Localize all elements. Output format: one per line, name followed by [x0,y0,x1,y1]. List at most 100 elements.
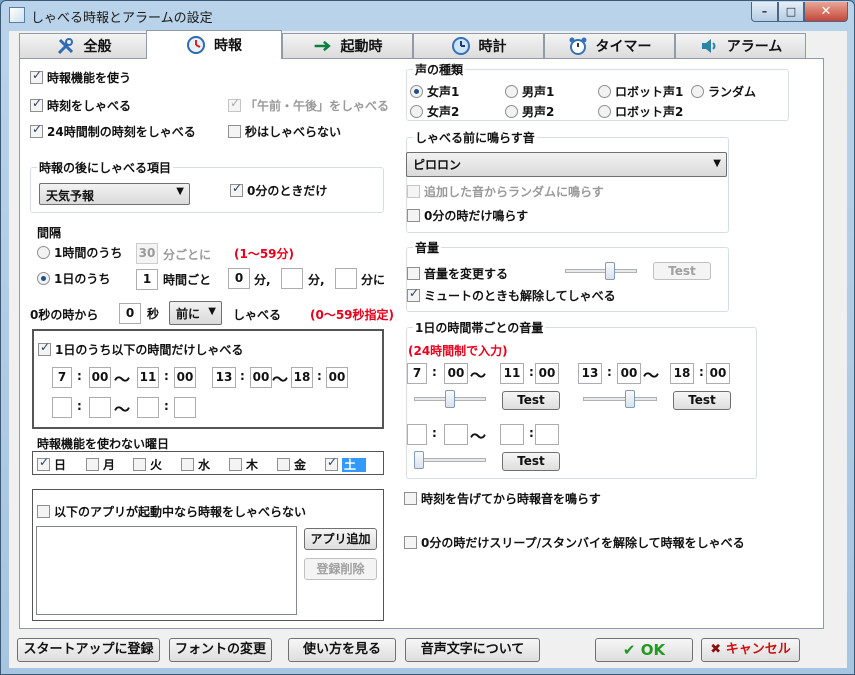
tab-startup[interactable]: 起動時 [282,33,413,58]
tab-timer[interactable]: タイマー [544,33,675,58]
about-voice-button[interactable]: 音声文字について [405,638,540,662]
volume-change-checkbox[interactable]: 音量を変更する [407,265,508,282]
timeband-r2-h1[interactable]: 13 [212,367,236,388]
band1-test-button[interactable]: Test [502,391,560,410]
volume-mute-checkbox[interactable]: ミュートのときも解除してしゃべる [407,286,616,304]
offset-seconds[interactable]: 0 [119,303,141,324]
volume-slider-thumb[interactable] [605,262,616,280]
interval-day-min3[interactable] [335,268,357,289]
close-button[interactable]: ✕ [804,2,848,22]
ok-button[interactable]: ✔ OK [595,638,693,662]
band2-h2[interactable]: 18 [670,363,694,384]
colon-sep: : [432,365,437,379]
minimize-button[interactable]: – [751,2,778,22]
timeband-r1-m2[interactable]: 00 [174,367,196,388]
timeband-r2-h2[interactable]: 18 [291,367,313,388]
weekday-wed[interactable]: 水 [181,456,210,473]
voice-random-radio[interactable]: ランダム [691,83,756,100]
remove-app-button[interactable]: 登録削除 [304,558,377,580]
band1-m1[interactable]: 00 [444,363,468,384]
weekday-tue[interactable]: 火 [133,456,162,473]
voice-male1-radio[interactable]: 男声1 [505,83,554,100]
band3-slider-track[interactable] [414,458,486,462]
band1-h1[interactable]: 7 [407,363,427,384]
interval-day-min2[interactable] [281,268,303,289]
after-item-combo[interactable]: 天気予報 ▼ [39,183,190,205]
howto-button[interactable]: 使い方を見る [288,638,396,662]
tools-icon [56,36,76,56]
apps-listbox[interactable] [36,526,297,615]
voice-male2-radio[interactable]: 男声2 [505,103,554,120]
apps-checkbox[interactable]: 以下のアプリが起動中なら時報をしゃべらない [37,503,306,520]
offset-when-combo[interactable]: 前に ▼ [169,301,222,325]
add-app-button[interactable]: アプリ追加 [304,528,377,550]
timeband-r3-m1[interactable] [89,397,111,418]
maximize-button[interactable]: □ [778,2,804,22]
pre-sound-random-checkbox[interactable]: 追加した音からランダムに鳴らす [407,183,604,200]
voice-female2-radio[interactable]: 女声2 [410,103,459,120]
interval-hour-minutes[interactable]: 30 [136,243,158,264]
weekday-mon[interactable]: 月 [86,456,115,473]
tab-jihou[interactable]: 時報 [146,30,282,59]
weekday-sun[interactable]: 日 [37,455,66,473]
band1-m2[interactable]: 00 [535,363,559,384]
tab-clock[interactable]: 時計 [413,33,544,58]
cancel-button[interactable]: ✖ キャンセル [701,638,800,662]
interval-day-radio[interactable]: 1日のうち [37,270,110,287]
band2-m2[interactable]: 00 [706,363,730,384]
weekday-thu[interactable]: 木 [229,456,258,473]
wake-checkbox[interactable]: 0分の時だけスリープ/スタンバイを解除して時報をしゃべる [404,534,745,551]
no-seconds-checkbox[interactable]: 秒はしゃべらない [228,123,341,140]
band3-h1[interactable] [407,424,427,445]
after-item-zero-checkbox[interactable]: 0分のときだけ [230,181,327,199]
window-title: しゃべる時報とアラームの設定 [31,11,213,26]
pre-sound-zero-checkbox[interactable]: 0分の時だけ鳴らす [407,207,528,224]
interval-day-hours[interactable]: 1 [136,269,158,290]
timeband-r2-m1[interactable]: 00 [250,367,272,388]
volume-test-button[interactable]: Test [653,262,711,280]
timeband-r2-m2[interactable]: 00 [326,367,348,388]
font-button[interactable]: フォントの変更 [169,638,272,662]
timeband-r1-h2[interactable]: 11 [137,367,159,388]
timeband-r1-h1[interactable]: 7 [52,367,72,388]
ampm-checkbox[interactable]: 「午前・午後」をしゃべる [228,96,389,114]
voice-robot2-radio[interactable]: ロボット声2 [598,103,683,120]
timeband-r1-m1[interactable]: 00 [89,367,111,388]
band2-slider-thumb[interactable] [624,390,635,408]
pre-sound-combo[interactable]: ピロロン ▼ [406,152,727,177]
interval-day-min1[interactable]: 0 [228,268,250,289]
tab-general-label: 全般 [83,39,112,55]
timeband-r3-h1[interactable] [52,397,72,418]
timeband-checkbox[interactable]: 1日のうち以下の時間だけしゃべる [38,340,243,358]
band3-slider-thumb[interactable] [414,451,424,469]
volume-slider-track[interactable] [565,269,637,273]
band2-test-button[interactable]: Test [673,391,731,410]
voice-female1-radio[interactable]: 女声1 [410,83,459,100]
weekday-sat[interactable]: 土 [325,455,367,473]
voice-robot1-radio[interactable]: ロボット声1 [598,83,683,100]
tab-general[interactable]: 全般 [19,33,148,58]
h24-checkbox[interactable]: 24時間制の時刻をしゃべる [30,122,196,140]
title-bar[interactable]: しゃべる時報とアラームの設定 – □ ✕ [1,1,854,29]
weekday-fri[interactable]: 金 [277,456,306,473]
tilde-sep: 〜 [470,427,487,446]
chime-after-checkbox[interactable]: 時刻を告げてから時報音を鳴らす [404,490,601,507]
timeband-r3-m2[interactable] [174,397,196,418]
timeband-r3-h2[interactable] [137,397,159,418]
band3-m2[interactable] [535,424,559,445]
interval-hour-radio[interactable]: 1時間のうち [37,244,122,261]
band3-h2[interactable] [500,424,524,445]
speak-time-checkbox[interactable]: 時刻をしゃべる [30,96,131,114]
tab-alarm[interactable]: アラーム [675,33,806,58]
tab-clock-label: 時計 [478,39,507,55]
voice-title: 声の種類 [413,61,466,78]
band3-test-button[interactable]: Test [502,452,560,471]
use-jihou-checkbox[interactable]: 時報機能を使う [30,68,131,86]
band3-m1[interactable] [444,424,468,445]
band2-slider-track[interactable] [583,397,657,401]
band2-m1[interactable]: 00 [617,363,641,384]
startup-button[interactable]: スタートアップに登録 [17,638,160,662]
band1-h2[interactable]: 11 [500,363,524,384]
band1-slider-thumb[interactable] [445,390,455,408]
band2-h1[interactable]: 13 [578,363,602,384]
